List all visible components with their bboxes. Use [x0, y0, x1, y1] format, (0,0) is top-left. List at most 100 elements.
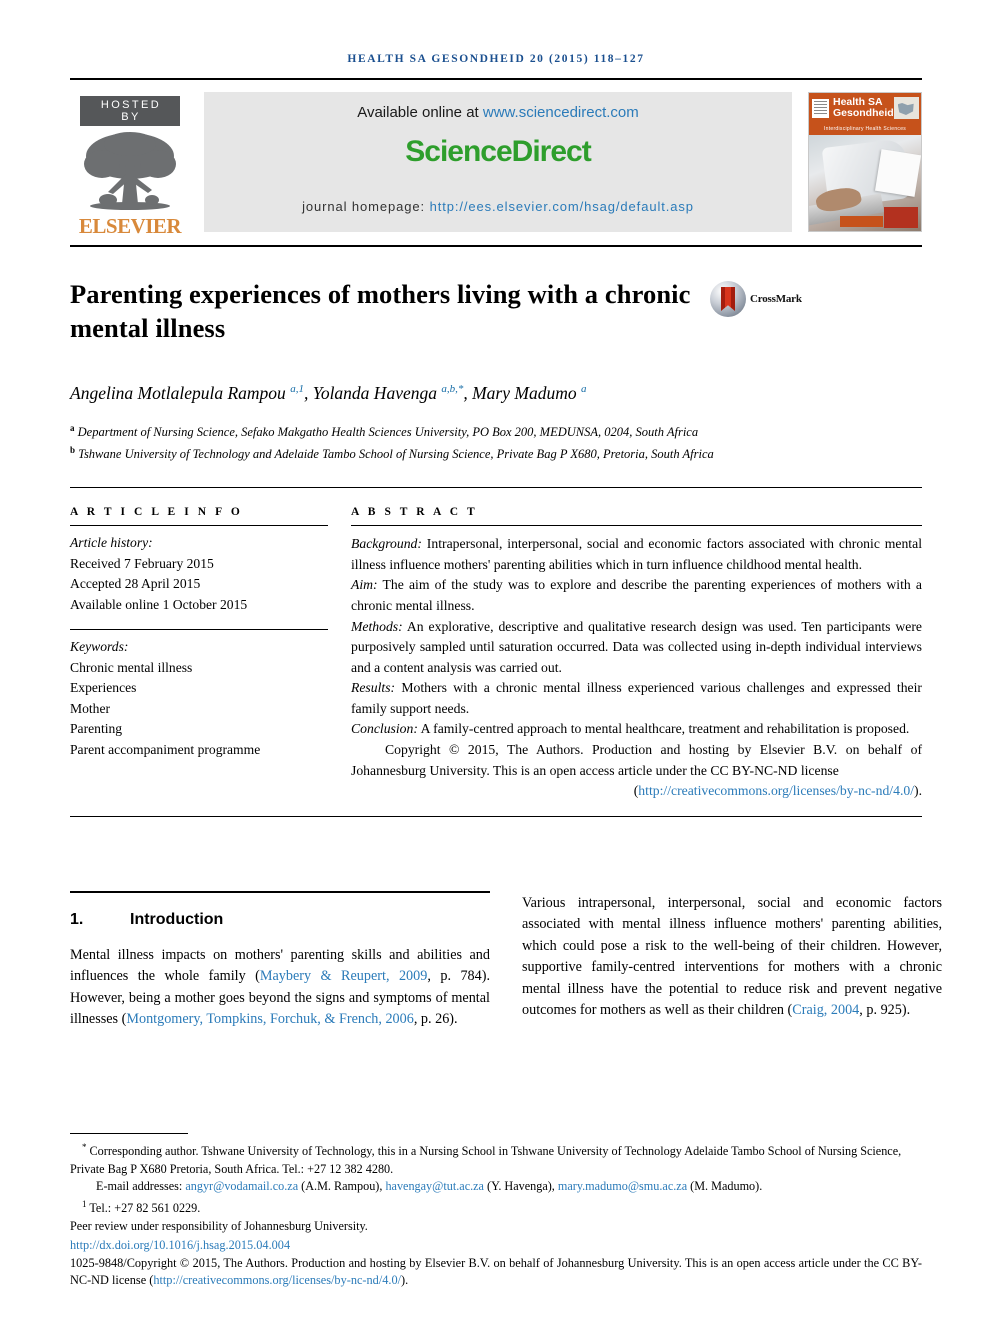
email-addresses-line: E-mail addresses: angyr@vodamail.co.za (…	[70, 1178, 922, 1196]
running-head: HEALTH SA GESONDHEID 20 (2015) 118–127	[347, 53, 645, 65]
corresponding-author-note: * Corresponding author. Tshwane Universi…	[70, 1139, 922, 1178]
section-title: Introduction	[130, 910, 224, 928]
abstract-body: Background: Intrapersonal, interpersonal…	[351, 526, 922, 802]
hosted-by-badge: HOSTED BY	[80, 96, 180, 126]
author-list: Angelina Motlalepula Rampou a,1, Yolanda…	[70, 382, 587, 403]
article-history-block: Article history: Received 7 February 201…	[70, 526, 328, 615]
sciencedirect-banner: Available online at www.sciencedirect.co…	[204, 92, 792, 232]
cover-emblem-icon	[812, 98, 829, 118]
cover-title-line2: Gesondheid	[833, 107, 894, 119]
peer-review-line: Peer review under responsibility of Joha…	[70, 1218, 368, 1233]
license-link[interactable]: http://creativecommons.org/licenses/by-n…	[638, 783, 914, 798]
abstract-section: Results: Mothers with a chronic mental i…	[351, 680, 922, 716]
footer-copyright-block: http://dx.doi.org/10.1016/j.hsag.2015.04…	[70, 1237, 922, 1290]
abstract-heading: A B S T R A C T	[351, 506, 478, 519]
abstract-section-label: Aim:	[351, 577, 378, 593]
section-heading-introduction: 1. Introduction	[70, 911, 490, 929]
history-item: Accepted 28 April 2015	[70, 576, 201, 592]
crossmark-label: CrossMark	[750, 293, 802, 305]
footnote-marker-1: 1	[82, 1198, 87, 1209]
issn-copyright-line: 1025-9848/Copyright © 2015, The Authors.…	[70, 1255, 922, 1290]
footnote-rule	[70, 1133, 188, 1135]
keyword-items: Chronic mental illness Experiences Mother P…	[70, 658, 328, 761]
abstract-section: Aim: The aim of the study was to explore…	[351, 577, 922, 613]
tel-note-line: 1 Tel.: +27 82 561 0229.	[70, 1196, 922, 1218]
abstract-section-label: Background:	[351, 536, 422, 552]
available-online-label: Available online at	[357, 104, 483, 121]
journal-masthead: HOSTED BY ELSEVIER Available online at w…	[70, 92, 922, 237]
doi-link[interactable]: http://dx.doi.org/10.1016/j.hsag.2015.04…	[70, 1238, 290, 1252]
email-owner: (M. Madumo).	[687, 1179, 763, 1194]
crossmark-badge[interactable]: CrossMark	[710, 277, 820, 317]
cover-header: Health SA Gesondheid	[809, 93, 921, 123]
article-info-column: A R T I C L E I N F O Article history: R…	[70, 506, 328, 802]
masthead-bottom-rule	[70, 245, 922, 247]
doi-line[interactable]: http://dx.doi.org/10.1016/j.hsag.2015.04…	[70, 1237, 922, 1255]
journal-homepage-link[interactable]: http://ees.elsevier.com/hsag/default.asp	[430, 199, 694, 214]
body-columns: 1. Introduction Mental illness impacts o…	[70, 893, 942, 1031]
body-column-left: 1. Introduction Mental illness impacts o…	[70, 893, 490, 1031]
intro-paragraph-right: Various intrapersonal, interpersonal, so…	[522, 894, 942, 1019]
crossmark-icon	[710, 281, 746, 317]
cover-map-badge-icon	[893, 97, 919, 119]
footer-license-tail: ).	[401, 1273, 409, 1288]
info-section-rule	[70, 487, 922, 489]
article-history-items: Received 7 February 2015 Accepted 28 Apri…	[70, 554, 328, 616]
footnote-area: * Corresponding author. Tshwane Universi…	[70, 1133, 922, 1290]
affiliation-list: a Department of Nursing Science, Sefako …	[70, 419, 922, 464]
sciencedirect-wordmark: ScienceDirect	[405, 135, 591, 168]
sciencedirect-logo: ScienceDirect	[405, 135, 591, 169]
section-number: 1.	[70, 910, 84, 928]
email-link[interactable]: havengay@tut.ac.za	[385, 1179, 484, 1193]
license-line: (http://creativecommons.org/licenses/by-…	[351, 781, 922, 802]
history-item: Available online 1 October 2015	[70, 596, 248, 612]
email-owner: (A.M. Rampou),	[298, 1179, 386, 1194]
abstract-section-label: Results:	[351, 680, 396, 696]
keyword-item: Experiences	[70, 680, 137, 696]
abstract-sections: Background: Intrapersonal, interpersonal…	[351, 534, 922, 740]
journal-cover-thumbnail: Health SA Gesondheid Interdisciplinary H…	[808, 92, 922, 232]
email-addresses-label: E-mail addresses:	[96, 1179, 186, 1194]
article-info-heading: A R T I C L E I N F O	[70, 506, 243, 519]
journal-homepage-label: journal homepage:	[302, 199, 430, 214]
citation-link[interactable]: Montgomery, Tompkins, Forchuk, & French,…	[126, 1011, 413, 1027]
keyword-item: Parenting	[70, 721, 123, 737]
keywords-block: Keywords: Chronic mental illness Experien…	[70, 630, 328, 760]
sciencedirect-link[interactable]: www.sciencedirect.com	[483, 104, 639, 121]
citation-link[interactable]: Maybery & Reupert, 2009	[260, 968, 427, 984]
citation-link[interactable]: Craig, 2004	[792, 1002, 859, 1018]
tel-note-text: Tel.: +27 82 561 0229.	[89, 1201, 201, 1216]
footnote-text: * Corresponding author. Tshwane Universi…	[70, 1139, 922, 1235]
email-link[interactable]: mary.madumo@smu.ac.za	[558, 1179, 687, 1193]
abstract-section: Conclusion: A family-centred approach to…	[351, 721, 910, 737]
keyword-item: Parent accompaniment programme	[70, 741, 261, 757]
available-online-line: Available online at www.sciencedirect.co…	[357, 104, 639, 121]
body-column-right: Various intrapersonal, interpersonal, so…	[522, 893, 942, 1031]
abstract-bottom-rule	[70, 815, 922, 817]
title-row: Parenting experiences of mothers living …	[70, 277, 922, 345]
keywords-label: Keywords:	[70, 639, 129, 655]
top-rule	[70, 78, 922, 80]
intro-paragraph-left: Mental illness impacts on mothers' paren…	[70, 946, 490, 1028]
affiliation-item: b Tshwane University of Technology and A…	[70, 445, 714, 462]
elsevier-tree-icon	[82, 130, 178, 215]
corresponding-author-text: Corresponding author. Tshwane University…	[70, 1144, 902, 1176]
journal-homepage-line: journal homepage: http://ees.elsevier.co…	[302, 199, 694, 214]
page-title: Parenting experiences of mothers living …	[70, 279, 691, 343]
copyright-text: Copyright © 2015, The Authors. Productio…	[351, 742, 922, 778]
history-item: Received 7 February 2015	[70, 555, 214, 571]
footer-license-link[interactable]: http://creativecommons.org/licenses/by-n…	[153, 1273, 401, 1287]
article-page: HEALTH SA GESONDHEID 20 (2015) 118–127 H…	[0, 0, 992, 1323]
email-owner: (Y. Havenga),	[483, 1179, 558, 1194]
asterisk-marker: *	[82, 1142, 87, 1153]
elsevier-logo-block: HOSTED BY ELSEVIER	[70, 92, 190, 237]
abstract-section: Background: Intrapersonal, interpersonal…	[351, 536, 922, 572]
abstract-section: Methods: An explorative, descriptive and…	[351, 618, 922, 675]
abstract-section-label: Conclusion:	[351, 721, 418, 737]
abstract-column: A B S T R A C T Background: Intrapersona…	[351, 506, 922, 802]
cover-photo	[809, 135, 921, 231]
elsevier-wordmark: ELSEVIER	[78, 214, 182, 238]
email-link[interactable]: angyr@vodamail.co.za	[185, 1179, 298, 1193]
article-history-label: Article history:	[70, 535, 153, 551]
keyword-item: Mother	[70, 700, 111, 716]
